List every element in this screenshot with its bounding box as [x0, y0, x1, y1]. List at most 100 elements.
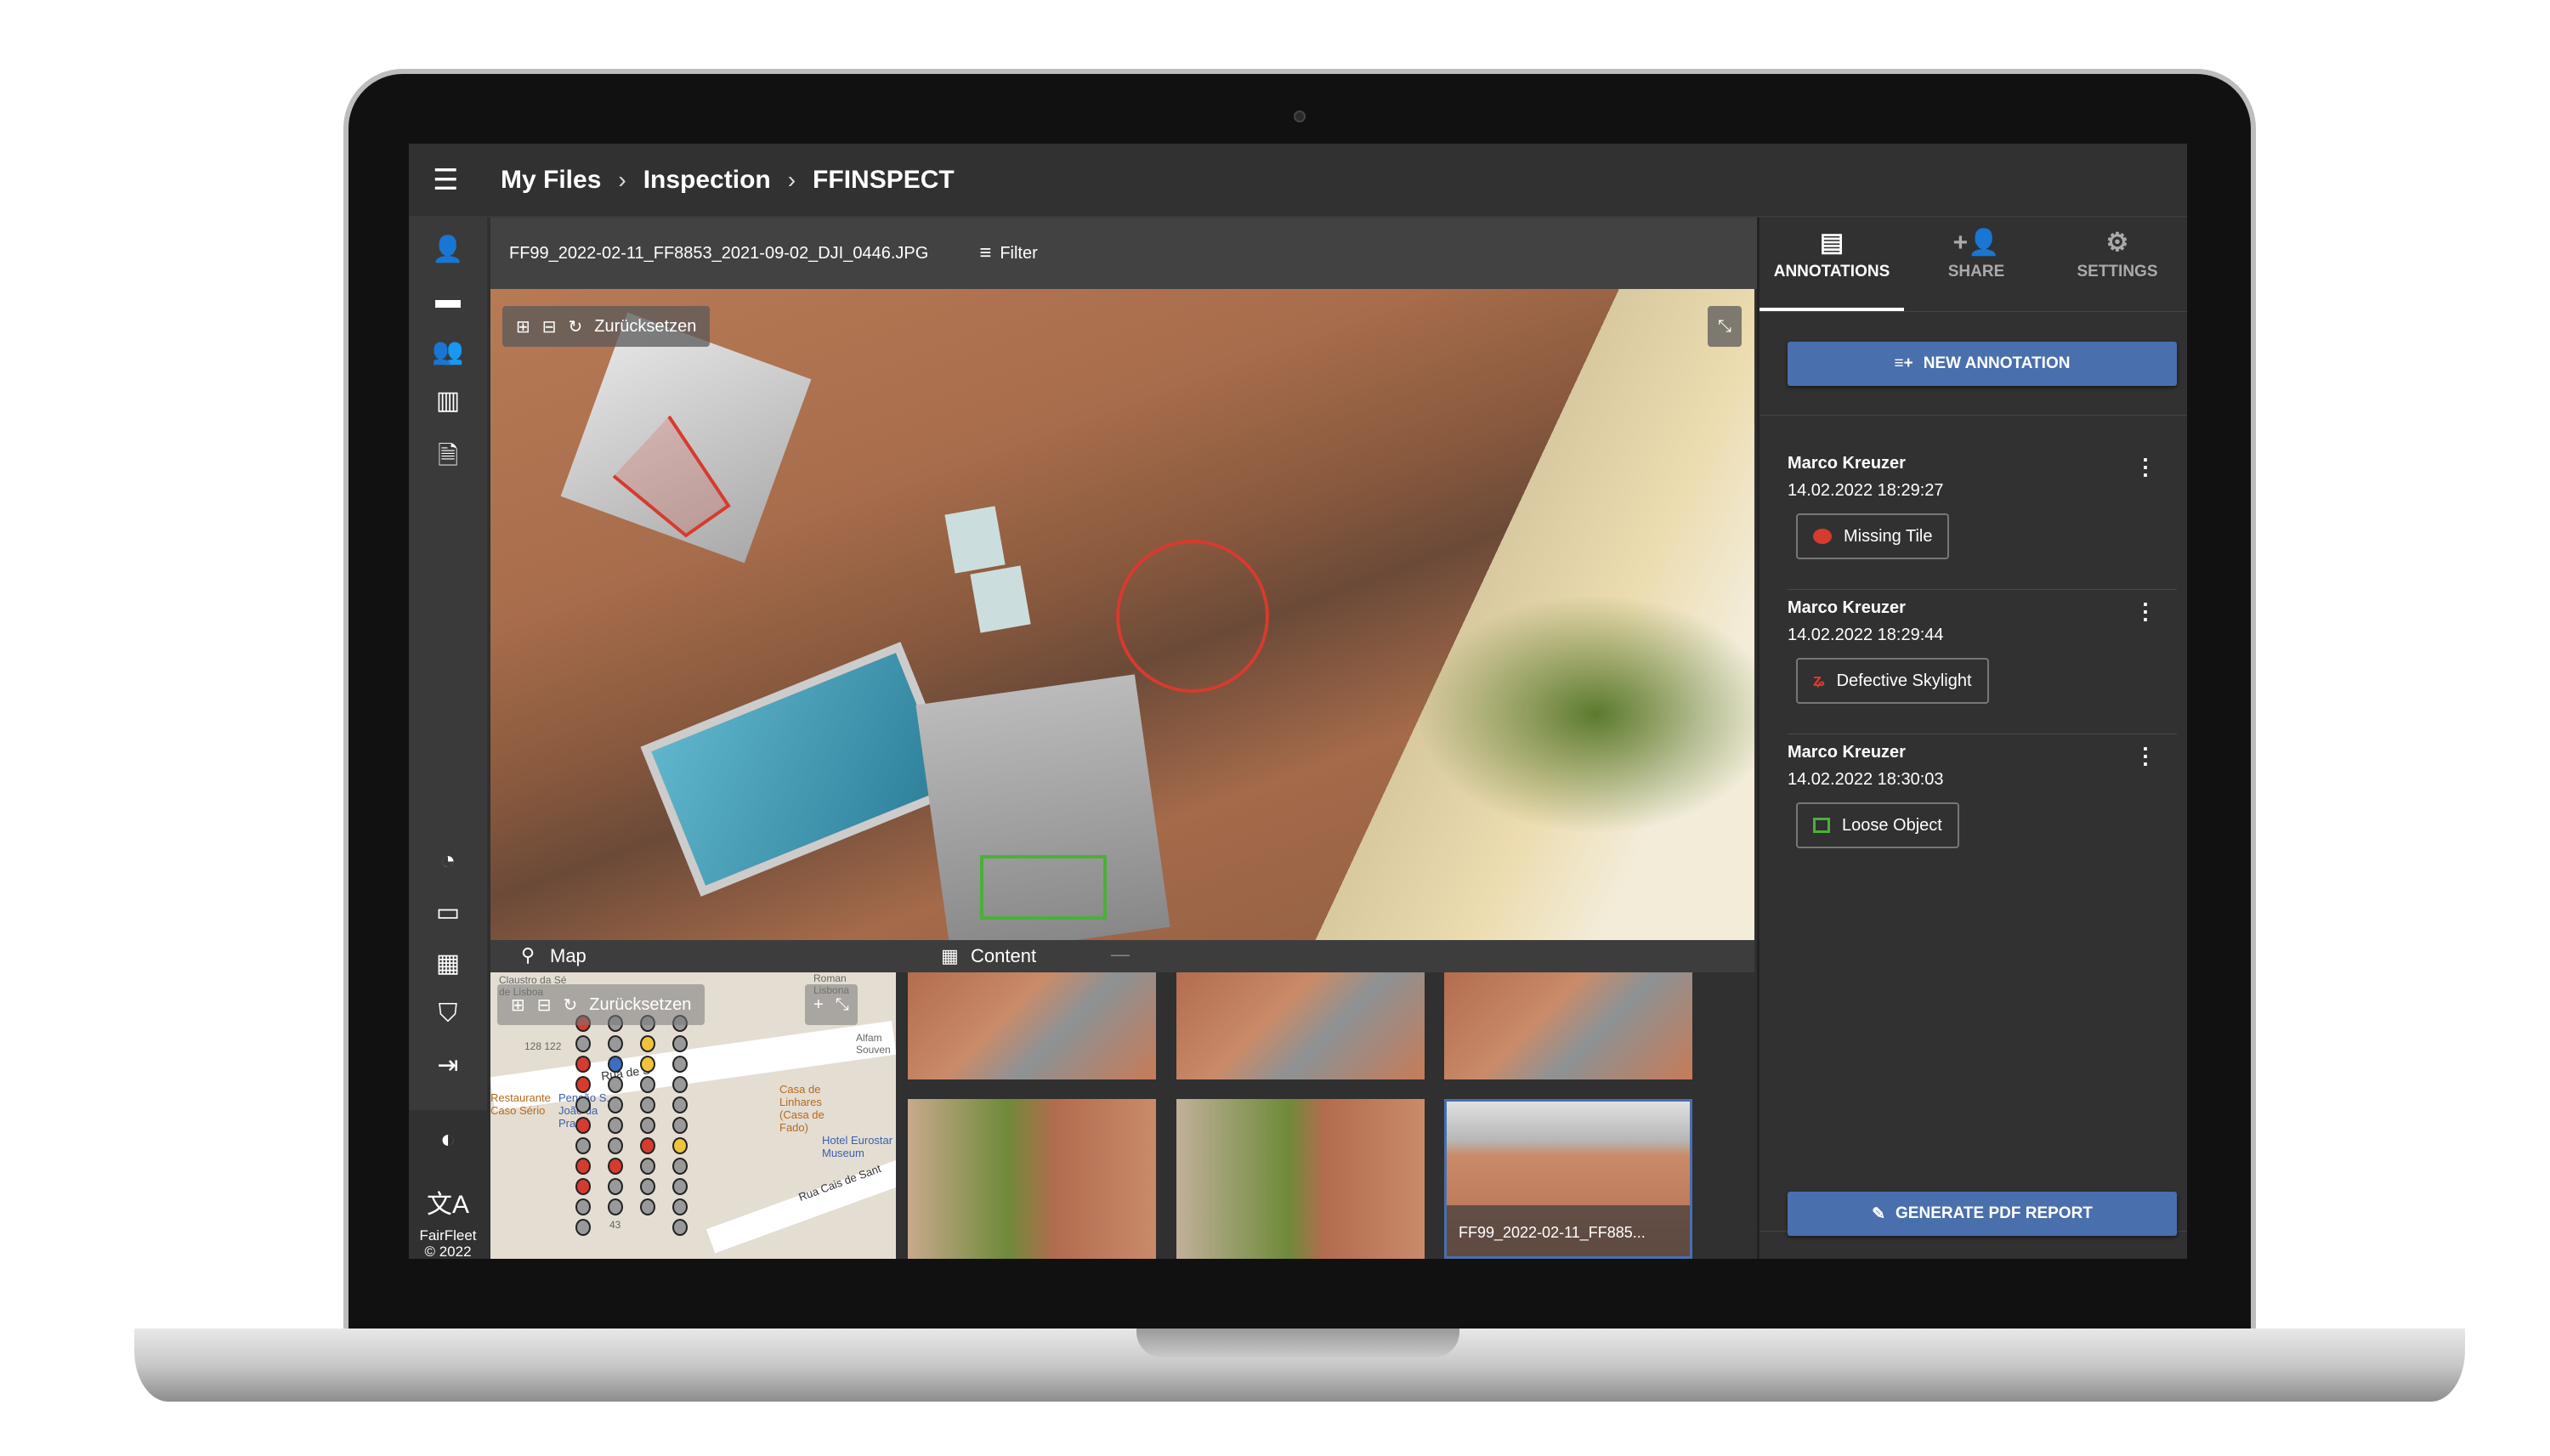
content-gallery: FF99_2022-02-11_FF885... [896, 972, 1757, 1259]
reset-icon[interactable]: ↻ [564, 994, 578, 1016]
reset-button[interactable]: Zurücksetzen [589, 995, 691, 1015]
flight-marker[interactable] [608, 1096, 623, 1113]
tab-share[interactable]: +👤 SHARE [1904, 218, 2048, 311]
reset-icon[interactable]: ↻ [569, 316, 583, 337]
flight-marker[interactable] [608, 1117, 623, 1134]
flight-marker[interactable] [640, 1056, 655, 1073]
fullscreen-exit-icon[interactable]: ⤡ [1708, 306, 1742, 347]
flight-marker[interactable] [672, 1076, 688, 1093]
flight-marker[interactable] [672, 1096, 688, 1113]
thumbnail-selected[interactable]: FF99_2022-02-11_FF885... [1444, 1099, 1692, 1259]
translate-icon[interactable]: 文A [409, 1183, 487, 1221]
flight-marker[interactable] [575, 1076, 591, 1093]
zoom-out-icon[interactable]: ⊟ [537, 994, 552, 1016]
map-view[interactable]: Rua de S Restaurante Caso Sério Pensão S… [490, 972, 896, 1259]
more-vert-icon[interactable]: ⋮ [2134, 598, 2156, 625]
fullscreen-exit-icon[interactable]: ⤡ [836, 995, 849, 1015]
more-vert-icon[interactable]: ⋮ [2134, 743, 2156, 769]
annotation-item[interactable]: Marco Kreuzer 14.02.2022 18:29:44 ⋮ ʑ De… [1788, 590, 2177, 734]
flight-marker[interactable] [575, 1117, 591, 1134]
flight-marker[interactable] [640, 1158, 655, 1175]
breadcrumb-inspection[interactable]: Inspection [643, 166, 771, 195]
zoom-in-icon[interactable]: ⊞ [516, 316, 530, 337]
flight-marker[interactable] [640, 1096, 655, 1113]
file-check-icon[interactable]: 🗎 [409, 437, 487, 480]
flight-marker[interactable] [608, 1076, 623, 1093]
reset-button[interactable]: Zurücksetzen [594, 317, 696, 337]
flight-marker[interactable] [575, 1137, 591, 1154]
app-header: ☰ My Files › Inspection › FFINSPECT [409, 144, 2187, 218]
people-icon[interactable]: 👥 [409, 337, 487, 366]
shield-search-icon[interactable]: ⛉ [409, 1000, 487, 1028]
map-extra-controls: + ⤡ [805, 984, 858, 1025]
rectangle-annotation[interactable] [980, 855, 1107, 920]
flight-marker[interactable] [575, 1056, 591, 1073]
freehand-shape-icon: ʑ [1813, 671, 1825, 690]
flight-marker[interactable] [672, 1198, 688, 1215]
flight-marker[interactable] [672, 1137, 688, 1154]
flight-marker[interactable] [608, 1158, 623, 1175]
breadcrumb-my-files[interactable]: My Files [501, 166, 601, 195]
map-label: Alfam Souven [856, 1032, 891, 1056]
new-annotation-button[interactable]: ≡+ NEW ANNOTATION [1788, 342, 2177, 386]
logout-icon[interactable]: ⇥ [409, 1051, 487, 1080]
thumbnail[interactable] [1176, 1099, 1425, 1259]
annotation-item[interactable]: Marco Kreuzer 14.02.2022 18:30:03 ⋮ Loos… [1788, 734, 2177, 879]
map-icon[interactable]: ▥ [409, 386, 487, 416]
flight-marker[interactable] [640, 1137, 655, 1154]
annotation-author: Marco Kreuzer [1788, 743, 1906, 762]
freehand-annotation[interactable] [612, 415, 731, 538]
flight-marker[interactable] [672, 1178, 688, 1195]
minimize-icon[interactable]: — [1111, 943, 1130, 966]
annotation-label-chip[interactable]: Missing Tile [1796, 513, 1950, 559]
folder-icon[interactable]: ▬ [409, 286, 487, 314]
flight-marker[interactable] [640, 1178, 655, 1195]
more-vert-icon[interactable]: ⋮ [2134, 454, 2156, 480]
flight-marker[interactable] [608, 1035, 623, 1052]
tab-settings[interactable]: ⚙ SETTINGS [2045, 218, 2187, 311]
flight-marker[interactable] [608, 1178, 623, 1195]
chevron-right-icon: › [618, 166, 626, 193]
zoom-in-icon[interactable]: ⊞ [511, 994, 525, 1016]
chat-icon[interactable]: ▭ [409, 898, 487, 927]
flight-marker[interactable] [608, 1137, 623, 1154]
flight-marker[interactable] [575, 1035, 591, 1052]
filter-button[interactable]: Filter [1000, 244, 1037, 263]
tab-annotations[interactable]: ▤ ANNOTATIONS [1760, 218, 1904, 311]
rss-icon[interactable]: ◔ [409, 847, 487, 875]
account-icon[interactable]: 👤 [409, 235, 487, 264]
filter-icon[interactable]: ≡ [979, 241, 991, 265]
thumbnail[interactable] [1444, 972, 1692, 1079]
flight-marker[interactable] [672, 1158, 688, 1175]
building-icon[interactable]: ▦ [409, 949, 487, 978]
generate-pdf-report-button[interactable]: ✎ GENERATE PDF REPORT [1788, 1192, 2177, 1236]
menu-icon[interactable]: ☰ [433, 163, 484, 197]
annotation-label-chip[interactable]: ʑ Defective Skylight [1796, 658, 1989, 704]
flight-marker[interactable] [608, 1198, 623, 1215]
flight-marker[interactable] [575, 1219, 591, 1236]
flight-marker[interactable] [672, 1219, 688, 1236]
flight-marker[interactable] [575, 1096, 591, 1113]
flight-marker[interactable] [575, 1198, 591, 1215]
flight-marker[interactable] [575, 1158, 591, 1175]
annotation-item[interactable]: Marco Kreuzer 14.02.2022 18:29:27 ⋮ Miss… [1788, 445, 2177, 590]
thumbnail[interactable] [908, 1099, 1156, 1259]
file-toolbar: FF99_2022-02-11_FF8853_2021-09-02_DJI_04… [490, 218, 1757, 289]
brightness-icon[interactable]: ◐ [409, 1125, 487, 1154]
thumbnail[interactable] [1176, 972, 1425, 1079]
annotation-label-chip[interactable]: Loose Object [1796, 802, 1959, 848]
flight-marker[interactable] [640, 1076, 655, 1093]
circle-annotation[interactable] [1116, 540, 1269, 693]
flight-marker[interactable] [575, 1178, 591, 1195]
flight-marker[interactable] [640, 1198, 655, 1215]
flight-marker[interactable] [640, 1035, 655, 1052]
image-viewer[interactable]: ⊞ ⊟ ↻ Zurücksetzen ⤡ [490, 289, 1754, 940]
flight-marker[interactable] [672, 1056, 688, 1073]
thumbnail[interactable] [908, 972, 1156, 1079]
flight-marker[interactable] [672, 1035, 688, 1052]
flight-marker[interactable] [672, 1117, 688, 1134]
zoom-out-icon[interactable]: ⊟ [542, 316, 557, 337]
flight-marker[interactable] [640, 1117, 655, 1134]
crosshair-icon[interactable]: + [813, 995, 824, 1015]
flight-marker[interactable] [608, 1056, 623, 1073]
